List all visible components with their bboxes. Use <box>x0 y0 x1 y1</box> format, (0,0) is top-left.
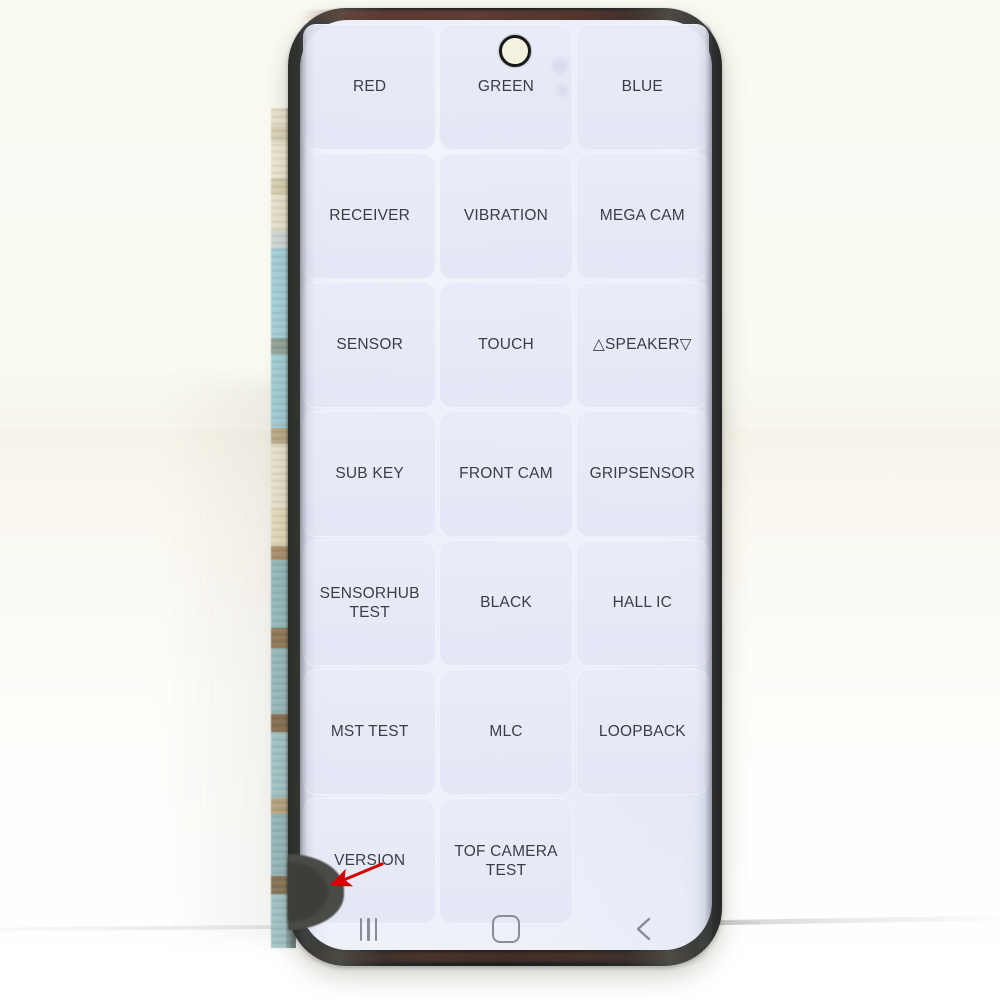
test-button-sub-key[interactable]: SUB KEY <box>303 411 437 537</box>
recents-button[interactable] <box>334 909 404 949</box>
test-button-sensorhub-test[interactable]: SENSORHUB TEST <box>303 540 437 666</box>
test-button-speaker-label: △SPEAKER▽ <box>592 336 692 354</box>
test-button-mst-test-label: MST TEST <box>330 723 409 741</box>
test-button-green-label: GREEN <box>477 78 535 96</box>
home-button[interactable] <box>471 909 541 949</box>
test-button-sub-key-label: SUB KEY <box>335 465 404 483</box>
test-button-receiver[interactable]: RECEIVER <box>303 153 437 279</box>
back-icon <box>637 917 651 941</box>
test-button-vibration[interactable]: VIBRATION <box>439 153 573 279</box>
test-button-hall-ic[interactable]: HALL IC <box>575 540 709 666</box>
test-button-receiver-label: RECEIVER <box>329 207 411 225</box>
test-button-red-label: RED <box>353 78 387 96</box>
test-button-red[interactable]: RED <box>303 24 437 150</box>
test-button-gripsensor-label: GRIPSENSOR <box>589 465 695 483</box>
test-button-touch-label: TOUCH <box>478 336 534 354</box>
test-button-loopback[interactable]: LOOPBACK <box>575 669 709 795</box>
test-button-mlc-label: MLC <box>489 723 523 741</box>
test-button-hall-ic-label: HALL IC <box>612 594 673 612</box>
test-button-front-cam[interactable]: FRONT CAM <box>439 411 573 537</box>
test-button-loopback-label: LOOPBACK <box>598 723 686 741</box>
test-button-front-cam-label: FRONT CAM <box>459 465 553 483</box>
test-button-speaker[interactable]: △SPEAKER▽ <box>575 282 709 408</box>
test-button-mst-test[interactable]: MST TEST <box>303 669 437 795</box>
recents-icon <box>359 917 378 941</box>
test-button-sensor-label: SENSOR <box>336 336 403 354</box>
test-button-version-label: VERSION <box>334 852 406 870</box>
punch-hole-front-camera-icon <box>499 35 531 67</box>
test-button-black[interactable]: BLACK <box>439 540 573 666</box>
test-button-black-label: BLACK <box>480 594 532 612</box>
test-button-tof-camera-test-label: TOF CAMERA TEST <box>454 842 558 879</box>
test-button-blue-label: BLUE <box>621 78 663 96</box>
test-button-mega-cam[interactable]: MEGA CAM <box>575 153 709 279</box>
diagnostic-button-grid: RED GREEN BLUE RECEIVER VIBRATION MEGA CAM SEN… <box>303 24 709 924</box>
back-button[interactable] <box>608 909 678 949</box>
test-button-gripsensor[interactable]: GRIPSENSOR <box>575 411 709 537</box>
lens-flare-ghost-icon <box>556 84 569 97</box>
lens-flare-ghost-icon <box>552 58 568 74</box>
test-button-sensorhub-test-label: SENSORHUB TEST <box>319 584 420 621</box>
phone-bottom-bezel-glint <box>300 952 710 962</box>
test-button-sensor[interactable]: SENSOR <box>303 282 437 408</box>
test-button-blue[interactable]: BLUE <box>575 24 709 150</box>
test-button-touch[interactable]: TOUCH <box>439 282 573 408</box>
test-button-mega-cam-label: MEGA CAM <box>599 207 685 225</box>
android-navigation-bar <box>300 905 712 953</box>
screenshot-root: RED GREEN BLUE RECEIVER VIBRATION MEGA CAM SEN… <box>0 0 1000 1000</box>
test-button-vibration-label: VIBRATION <box>463 207 549 225</box>
home-icon <box>491 915 520 943</box>
test-button-mlc[interactable]: MLC <box>439 669 573 795</box>
